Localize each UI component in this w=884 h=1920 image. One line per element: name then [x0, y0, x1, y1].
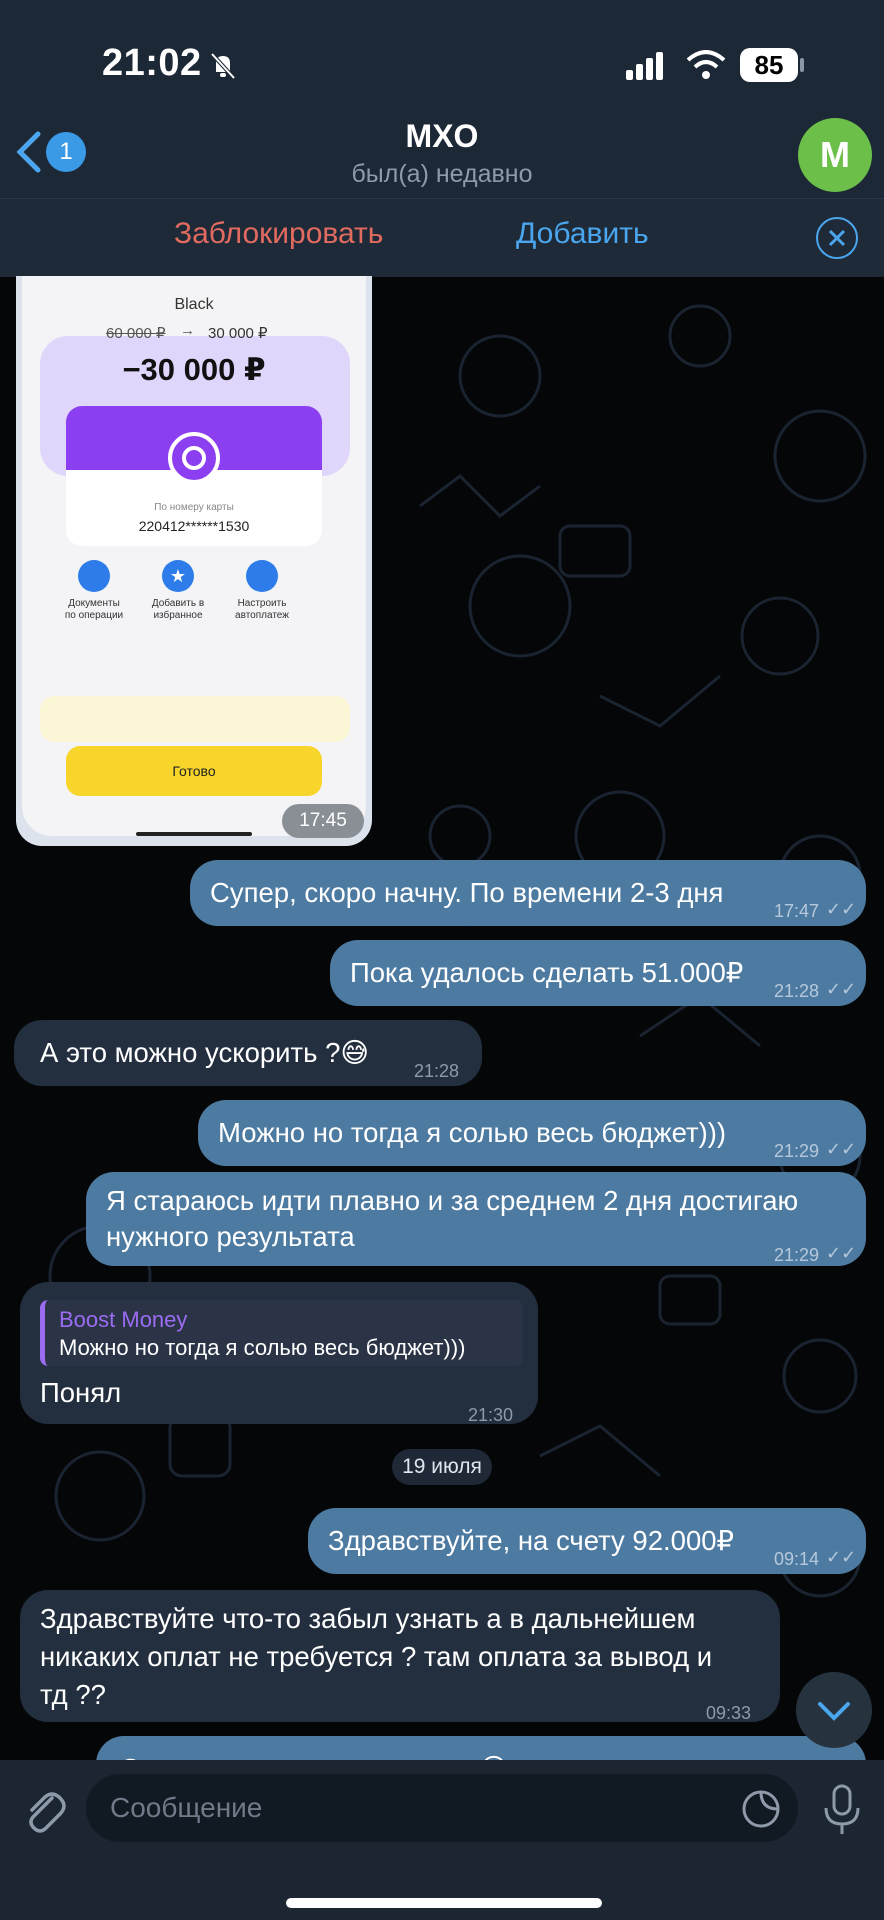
phone-home-indicator [136, 832, 252, 836]
message-text: А это можно ускорить ?😅 [40, 1037, 370, 1068]
message-bubble[interactable]: Супер, скоро начну. По времени 2-3 дня 1… [190, 860, 866, 926]
message-bubble[interactable]: Я стараюсь идти плавно и за среднем 2 дн… [86, 1172, 866, 1266]
message-text: Понял [40, 1377, 122, 1408]
document-icon [78, 560, 110, 592]
message-bubble[interactable]: Здравствуйте что-то забыл узнать а в дал… [20, 1590, 780, 1723]
message-time: 21:28 [774, 981, 820, 1001]
documents-label: Документы по операции [64, 598, 124, 621]
sticker-icon[interactable] [740, 1788, 782, 1830]
read-check-icon: ✓✓ [826, 1547, 857, 1567]
battery-indicator: 85 [740, 48, 798, 82]
last-seen-status: был(а) недавно [351, 160, 533, 188]
message-time: 21:29 [774, 1245, 820, 1265]
photo-time: 17:45 [282, 804, 364, 838]
read-check-icon: ✓✓ [826, 979, 857, 999]
top-bar: 21:02 85 1 MXO был(а) недавно M Заблокир… [0, 0, 884, 277]
attach-paperclip-icon[interactable] [22, 1784, 66, 1834]
message-bubble[interactable]: Пока удалось сделать 51.000₽ 21:28 ✓✓ [330, 940, 866, 1006]
photo-message[interactable]: Black 60 000 ₽ → 30 000 ₽ −30 000 ₽ По н… [16, 276, 372, 846]
message-text: Можно но тогда я солью весь бюджет))) [218, 1117, 727, 1148]
close-action-bar-button[interactable] [816, 217, 858, 259]
message-time: 09:14 [774, 1549, 820, 1569]
reply-text: Можно но тогда я солью весь бюджет))) [59, 1335, 466, 1360]
microphone-icon[interactable] [822, 1782, 862, 1838]
message-text: Пока удалось сделать 51.000₽ [350, 957, 744, 988]
message-text-line: тд ?? [40, 1679, 106, 1710]
add-contact-button[interactable]: Добавить [516, 217, 649, 251]
message-bubble[interactable]: А это можно ускорить ?😅 21:28 [14, 1020, 482, 1086]
card-number: 220412******1530 [138, 518, 250, 534]
message-placeholder: Сообщение [110, 1792, 263, 1823]
message-bubble[interactable]: Можно но тогда я солью весь бюджет))) 21… [198, 1100, 866, 1166]
autopay-label: Настроить автоплатеж [235, 598, 289, 621]
card-caption: По номеру карты [154, 502, 234, 513]
message-time: 21:28 [414, 1061, 460, 1081]
chat-title[interactable]: MXO [0, 118, 884, 155]
close-icon [828, 229, 846, 247]
message-input[interactable]: Сообщение [86, 1774, 798, 1842]
message-text-line: Здравствуйте что-то забыл узнать а в дал… [40, 1603, 696, 1634]
action-bar: Заблокировать Добавить [0, 198, 884, 277]
message-text-line: Я стараюсь идти плавно и за среднем 2 дн… [106, 1185, 799, 1216]
message-text-line: нужного результата [106, 1221, 355, 1252]
card-panel: По номеру карты 220412******1530 [66, 406, 322, 546]
message-input-bar: Сообщение [0, 1760, 884, 1920]
avatar[interactable]: M [798, 118, 872, 192]
battery-cap [800, 58, 804, 72]
message-bubble[interactable]: Здравствуйте, на счету 92.000₽ 09:14 ✓✓ [308, 1508, 866, 1574]
home-indicator [286, 1898, 602, 1908]
message-time: 21:30 [468, 1405, 514, 1425]
card-name: Black [174, 296, 214, 313]
signal-icon [626, 52, 663, 80]
reply-author: Boost Money [59, 1307, 188, 1332]
transfer-amount: −30 000 ₽ [122, 352, 266, 387]
star-icon: ★ [162, 560, 194, 592]
mute-bell-icon [210, 52, 236, 80]
message-text: Здравствуйте, на счету 92.000₽ [328, 1525, 735, 1556]
yoomoney-logo [168, 432, 220, 484]
old-amount: 60 000 ₽ [106, 325, 166, 342]
reply-quote[interactable]: Boost Money Можно но тогда я солью весь … [40, 1300, 523, 1366]
arrow-right-icon: → [180, 322, 195, 339]
bank-screenshot: Black 60 000 ₽ → 30 000 ₽ −30 000 ₽ По н… [22, 276, 366, 836]
new-amount: 30 000 ₽ [208, 325, 268, 342]
message-text-line: никаких оплат не требуется ? там оплата … [40, 1641, 713, 1672]
wifi-icon [686, 50, 726, 79]
favorite-label: Добавить в избранное [151, 598, 205, 621]
block-button[interactable]: Заблокировать [174, 217, 383, 251]
read-check-icon: ✓✓ [826, 899, 857, 919]
share-icon [246, 560, 278, 592]
message-time: 09:33 [706, 1703, 752, 1723]
read-check-icon: ✓✓ [826, 1243, 857, 1263]
chevron-down-icon [818, 1702, 850, 1721]
message-time: 21:29 [774, 1141, 820, 1161]
message-time: 17:47 [774, 901, 820, 921]
message-bubble[interactable]: Boost Money Можно но тогда я солью весь … [20, 1282, 538, 1425]
message-text: Супер, скоро начну. По времени 2-3 дня [210, 877, 724, 908]
date-separator: 19 июля [392, 1449, 492, 1485]
read-check-icon: ✓✓ [826, 1139, 857, 1159]
status-time: 21:02 [102, 42, 202, 84]
done-button: Готово [66, 746, 322, 796]
faded-button [40, 696, 350, 742]
scroll-down-button[interactable] [796, 1672, 872, 1748]
